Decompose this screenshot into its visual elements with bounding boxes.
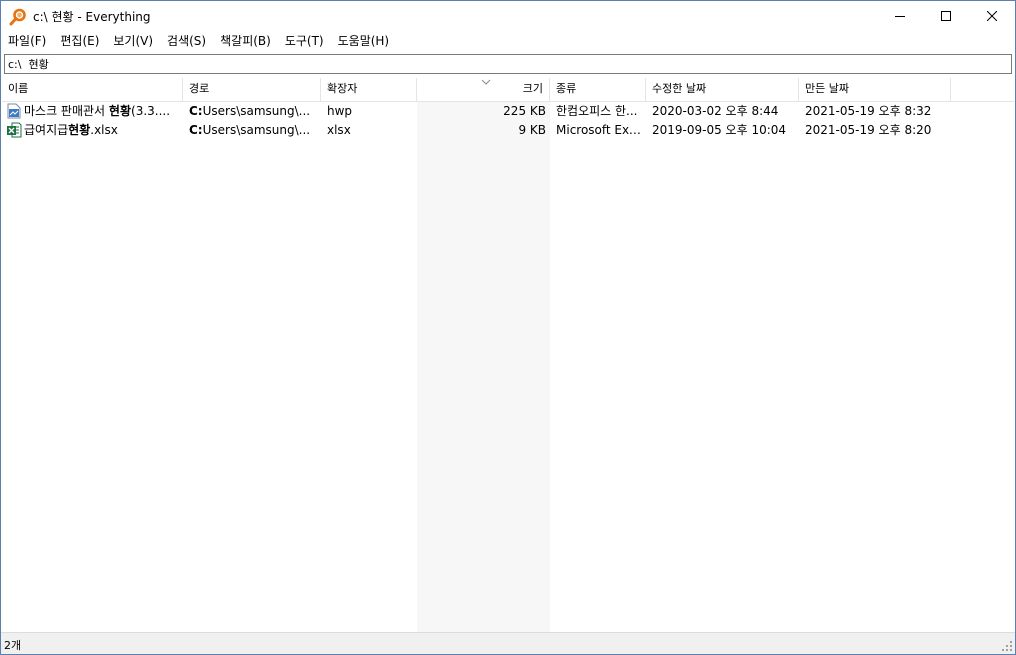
menu-tools[interactable]: 도구(T)	[278, 31, 331, 51]
minimize-button[interactable]	[877, 1, 923, 31]
sorted-column-highlight	[417, 78, 550, 632]
row-extension-cell: xlsx	[327, 123, 351, 137]
table-row[interactable]: 마스크 판매관서 현황(3.3.... C:Users\samsung\... …	[2, 102, 1014, 121]
row-name-cell: 급여지급현황.xlsx	[24, 123, 118, 137]
menu-bookmarks[interactable]: 책갈피(B)	[213, 31, 278, 51]
column-header-type[interactable]: 종류	[550, 78, 646, 102]
search-input[interactable]	[5, 55, 1011, 73]
table-row[interactable]: 급여지급현황.xlsx C:Users\samsung\... xlsx 9 K…	[2, 121, 1014, 140]
title-bar[interactable]: c:\ 현황 - Everything	[1, 1, 1015, 31]
row-extension-cell: hwp	[327, 104, 353, 118]
maximize-button[interactable]	[923, 1, 969, 31]
column-header-modified[interactable]: 수정한 날짜	[646, 78, 799, 102]
search-box[interactable]	[4, 54, 1012, 74]
column-header-path[interactable]: 경로	[183, 78, 321, 102]
row-modified-cell: 2019-09-05 오후 10:04	[652, 123, 787, 137]
resize-grip-icon[interactable]	[1001, 640, 1013, 652]
result-count: 2개	[4, 639, 22, 652]
row-name-cell: 마스크 판매관서 현황(3.3....	[24, 104, 171, 118]
status-bar: 2개	[1, 632, 1015, 654]
sort-descending-icon	[481, 79, 491, 85]
menu-bar: 파일(F) 편집(E) 보기(V) 검색(S) 책갈피(B) 도구(T) 도움말…	[1, 31, 1015, 51]
column-header: 이름 경로 확장자 크기 종류 수정한 날짜 만든 날짜	[2, 78, 1014, 102]
column-header-name[interactable]: 이름	[2, 78, 183, 102]
magnifier-app-icon	[9, 8, 26, 26]
close-icon	[987, 11, 997, 21]
row-type-cell: Microsoft Exce...	[556, 123, 646, 137]
column-header-extension[interactable]: 확장자	[321, 78, 417, 102]
row-modified-cell: 2020-03-02 오후 8:44	[652, 104, 779, 118]
row-path-cell: C:Users\samsung\...	[189, 104, 311, 118]
row-path-cell: C:Users\samsung\...	[189, 123, 311, 137]
window-title: c:\ 현황 - Everything	[33, 10, 151, 24]
row-created-cell: 2021-05-19 오후 8:32	[805, 104, 932, 118]
menu-help[interactable]: 도움말(H)	[331, 31, 397, 51]
minimize-icon	[895, 16, 905, 17]
menu-edit[interactable]: 편집(E)	[53, 31, 106, 51]
menu-view[interactable]: 보기(V)	[106, 31, 160, 51]
menu-file[interactable]: 파일(F)	[1, 31, 53, 51]
results-list[interactable]: 이름 경로 확장자 크기 종류 수정한 날짜 만든 날짜 마스크 판매관서 현황…	[2, 78, 1014, 632]
menu-search[interactable]: 검색(S)	[160, 31, 213, 51]
row-type-cell: 한컴오피스 한...	[556, 104, 638, 118]
row-size-cell: 9 KB	[518, 123, 546, 137]
everything-window: c:\ 현황 - Everything 파일(F) 편집(E) 보기(V) 검색…	[0, 0, 1016, 655]
maximize-icon	[941, 11, 951, 21]
column-header-created[interactable]: 만든 날짜	[799, 78, 951, 102]
row-created-cell: 2021-05-19 오후 8:20	[805, 123, 932, 137]
close-button[interactable]	[969, 1, 1015, 31]
row-size-cell: 225 KB	[503, 104, 546, 118]
